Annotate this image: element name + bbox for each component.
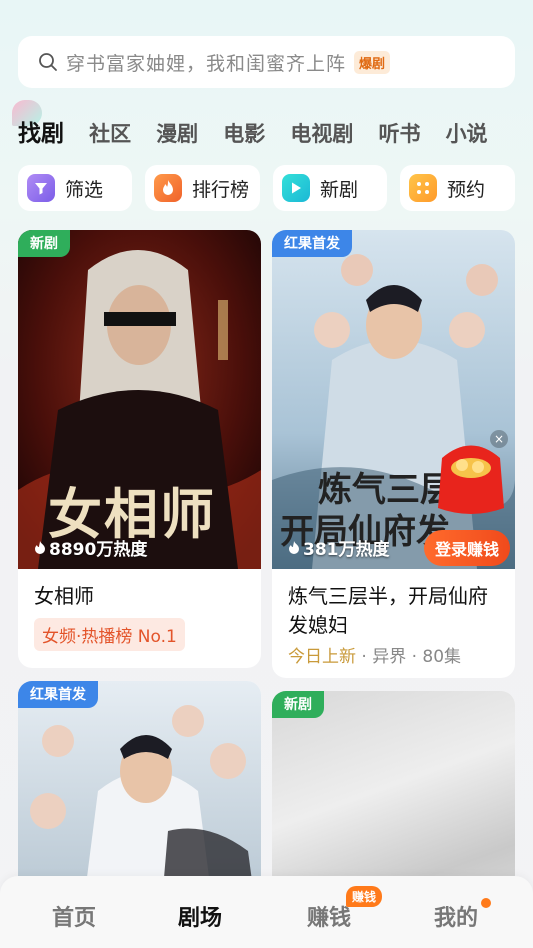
new-drama-label: 新剧	[320, 178, 359, 201]
card-meta: 今日上新 · 异界 · 80集	[288, 642, 461, 667]
hot-tag: 爆剧	[354, 50, 391, 74]
card-title: 炼气三层半，开局仙府发媳妇	[288, 584, 488, 637]
heat-text: 8890万热度	[49, 540, 148, 560]
heat-count: 381万热度	[288, 535, 390, 560]
search-bar[interactable]: 穿书富家妯娌，我和闺蜜齐上阵 爆剧	[18, 36, 515, 88]
heat-count: 8890万热度	[34, 535, 147, 560]
ranking-label: 排行榜	[192, 178, 250, 201]
play-icon	[282, 174, 310, 202]
tab-find[interactable]: 找剧	[18, 114, 64, 148]
flame-icon	[154, 174, 182, 202]
nav-earn[interactable]: 赚钱	[307, 900, 351, 932]
filter-label: 筛选	[65, 178, 104, 201]
bottom-nav: 首页 剧场 赚钱 赚钱 我的	[0, 876, 533, 948]
earn-badge: 赚钱	[346, 886, 383, 907]
tab-tv[interactable]: 电视剧	[290, 118, 353, 148]
drama-card[interactable]: 女相师 新剧 8890万热度 女相师 女频·热播榜 No.1	[18, 230, 261, 668]
nav-theater[interactable]: 剧场	[178, 900, 222, 932]
notification-dot	[481, 898, 491, 908]
flame-icon	[35, 540, 45, 554]
tab-movie[interactable]: 电影	[223, 118, 265, 148]
search-icon	[39, 53, 57, 71]
tab-comic-drama[interactable]: 漫剧	[156, 118, 198, 148]
filter-icon	[27, 174, 55, 202]
flame-icon	[289, 540, 299, 554]
login-earn-button[interactable]: 登录赚钱	[424, 530, 511, 566]
card-title: 女相师	[34, 584, 94, 608]
poster-image: 女相师	[18, 230, 261, 569]
red-envelope-icon	[438, 445, 504, 514]
heat-text: 381万热度	[303, 540, 390, 560]
reservation-label: 预约	[447, 178, 486, 201]
tab-audiobook[interactable]: 听书	[378, 118, 420, 148]
rank-tag: 女频·热播榜 No.1	[34, 618, 185, 651]
tab-community[interactable]: 社区	[89, 118, 131, 148]
nav-home[interactable]: 首页	[52, 900, 96, 932]
filter-button[interactable]: 筛选	[18, 165, 132, 211]
status-badge: 新剧	[272, 691, 324, 718]
genre-episodes: · 异界 · 80集	[356, 647, 462, 667]
ranking-button[interactable]: 排行榜	[145, 165, 260, 211]
new-drama-button[interactable]: 新剧	[273, 165, 387, 211]
nav-profile[interactable]: 我的	[434, 900, 478, 932]
status-badge: 新剧	[18, 230, 70, 257]
grid-dots-icon	[409, 174, 437, 202]
category-tabs: 找剧 社区 漫剧 电影 电视剧 听书 小说	[18, 114, 533, 150]
drama-card[interactable]: 炼气三层 开局仙府发 × 红果首发 381万热度 登录赚钱 炼气三层半，开局仙府…	[272, 230, 515, 678]
status-badge: 红果首发	[18, 681, 98, 708]
reservation-button[interactable]: 预约	[400, 165, 515, 211]
close-icon[interactable]: ×	[490, 430, 508, 448]
status-badge: 红果首发	[272, 230, 352, 257]
tab-novel[interactable]: 小说	[446, 118, 488, 148]
search-placeholder: 穿书富家妯娌，我和闺蜜齐上阵	[66, 52, 347, 75]
poster-image: 炼气三层 开局仙府发	[272, 230, 515, 569]
new-today-tag: 今日上新	[288, 647, 356, 667]
